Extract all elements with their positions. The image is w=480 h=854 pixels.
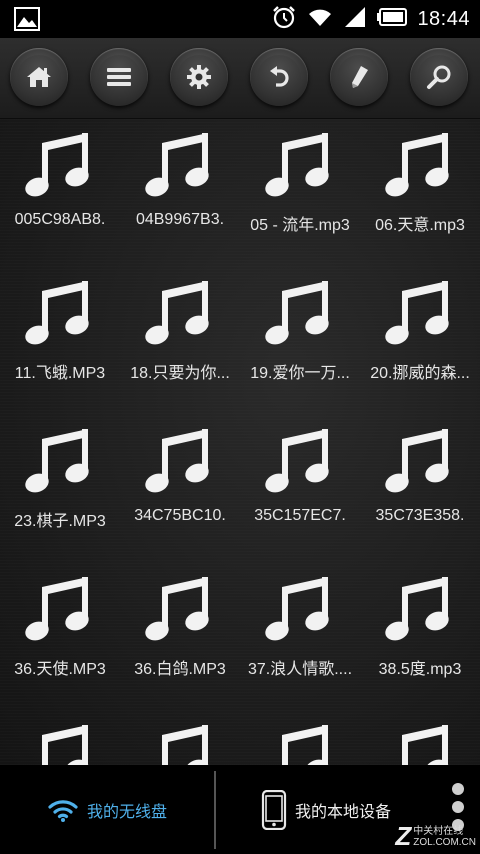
phone-icon xyxy=(261,789,287,830)
file-item[interactable]: 35C157EC7. xyxy=(240,415,360,563)
file-item[interactable]: 37.浪人情歌.... xyxy=(240,563,360,711)
file-name: 34C75BC10. xyxy=(134,507,226,524)
file-name: 11.飞蛾.MP3 xyxy=(14,365,106,382)
wifi-icon xyxy=(48,799,78,822)
wireless-disk-label: 我的无线盘 xyxy=(86,801,167,821)
file-item[interactable]: 18.只要为你... xyxy=(120,267,240,415)
file-item[interactable] xyxy=(360,711,480,765)
file-name: 35C73E358. xyxy=(375,507,465,524)
toolbar xyxy=(0,38,480,119)
search-icon xyxy=(427,65,451,89)
home-icon xyxy=(27,67,51,87)
file-item[interactable]: 11.飞蛾.MP3 xyxy=(0,267,120,415)
music-note-icon xyxy=(145,281,209,345)
music-note-icon xyxy=(265,281,329,345)
list-icon xyxy=(107,68,131,86)
local-device-label: 我的本地设备 xyxy=(294,801,391,821)
file-item[interactable] xyxy=(0,711,120,765)
dot xyxy=(452,783,464,795)
file-name: 05 - 流年.mp3 xyxy=(250,217,350,234)
music-note-icon xyxy=(265,133,329,197)
file-item[interactable] xyxy=(240,711,360,765)
music-note-icon xyxy=(402,725,449,765)
file-name: 36.白鸽.MP3 xyxy=(134,661,226,678)
watermark: Z 中关村在线 ZOL.COM.CN xyxy=(395,821,476,852)
undo-icon xyxy=(270,66,289,87)
home-button[interactable] xyxy=(10,48,68,106)
file-item[interactable]: 34C75BC10. xyxy=(120,415,240,563)
search-button[interactable] xyxy=(410,48,468,106)
file-item[interactable]: 20.挪威的森... xyxy=(360,267,480,415)
signal-icon xyxy=(343,6,367,32)
file-item[interactable]: 38.5度.mp3 xyxy=(360,563,480,711)
music-note-icon xyxy=(25,281,89,345)
dot xyxy=(452,801,464,813)
file-name: 23.棋子.MP3 xyxy=(14,513,106,530)
file-name: 06.天意.mp3 xyxy=(375,217,465,234)
file-item[interactable]: 36.白鸽.MP3 xyxy=(120,563,240,711)
file-grid: 005C98AB8. 04B9967B3. 05 - 流年.mp3 06.天意.mp3… xyxy=(0,119,480,765)
bottom-bar: 我的无线盘 我的本地设备 Z 中关村在线 ZOL.COM.CN xyxy=(0,765,480,854)
file-name: 005C98AB8. xyxy=(14,211,106,228)
music-note-icon xyxy=(385,133,449,197)
watermark-text: 中关村在线 xyxy=(413,825,464,837)
file-item[interactable]: 05 - 流年.mp3 xyxy=(240,119,360,267)
file-item[interactable]: 06.天意.mp3 xyxy=(360,119,480,267)
music-note-icon xyxy=(25,429,89,493)
status-bar: 18:44 xyxy=(0,0,480,38)
music-note-icon xyxy=(25,577,89,641)
watermark-url: ZOL.COM.CN xyxy=(413,836,476,848)
file-item[interactable] xyxy=(120,711,240,765)
file-item[interactable]: 36.天使.MP3 xyxy=(0,563,120,711)
music-note-icon xyxy=(162,725,209,765)
music-note-icon xyxy=(25,133,89,197)
music-note-icon xyxy=(42,725,89,765)
file-name: 35C157EC7. xyxy=(254,507,346,524)
wireless-disk-tab[interactable]: 我的无线盘 xyxy=(0,765,214,854)
gallery-notification-icon xyxy=(14,7,40,35)
menu-button[interactable] xyxy=(90,48,148,106)
music-note-icon xyxy=(145,133,209,197)
gear-icon xyxy=(187,65,211,89)
edit-button[interactable] xyxy=(330,48,388,106)
file-item[interactable]: 19.爱你一万... xyxy=(240,267,360,415)
music-note-icon xyxy=(385,577,449,641)
file-name: 19.爱你一万... xyxy=(250,365,350,382)
watermark-logo: Z xyxy=(395,821,412,851)
file-name: 20.挪威的森... xyxy=(370,365,470,382)
wifi-icon xyxy=(307,6,333,32)
music-note-icon xyxy=(385,281,449,345)
music-note-icon xyxy=(282,725,329,765)
file-name: 18.只要为你... xyxy=(130,365,230,382)
file-name: 37.浪人情歌.... xyxy=(247,661,353,678)
settings-button[interactable] xyxy=(170,48,228,106)
music-note-icon xyxy=(265,429,329,493)
file-item[interactable]: 04B9967B3. xyxy=(120,119,240,267)
file-item[interactable]: 35C73E358. xyxy=(360,415,480,563)
file-item[interactable]: 005C98AB8. xyxy=(0,119,120,267)
alarm-icon xyxy=(271,4,297,34)
back-button[interactable] xyxy=(250,48,308,106)
file-name: 36.天使.MP3 xyxy=(14,661,106,678)
file-name: 38.5度.mp3 xyxy=(378,661,462,678)
clock: 18:44 xyxy=(417,7,470,30)
music-note-icon xyxy=(265,577,329,641)
file-item[interactable]: 23.棋子.MP3 xyxy=(0,415,120,563)
pencil-icon xyxy=(352,66,368,88)
music-note-icon xyxy=(145,577,209,641)
battery-icon xyxy=(377,8,408,30)
file-name: 04B9967B3. xyxy=(135,211,225,228)
music-note-icon xyxy=(145,429,209,493)
music-note-icon xyxy=(385,429,449,493)
